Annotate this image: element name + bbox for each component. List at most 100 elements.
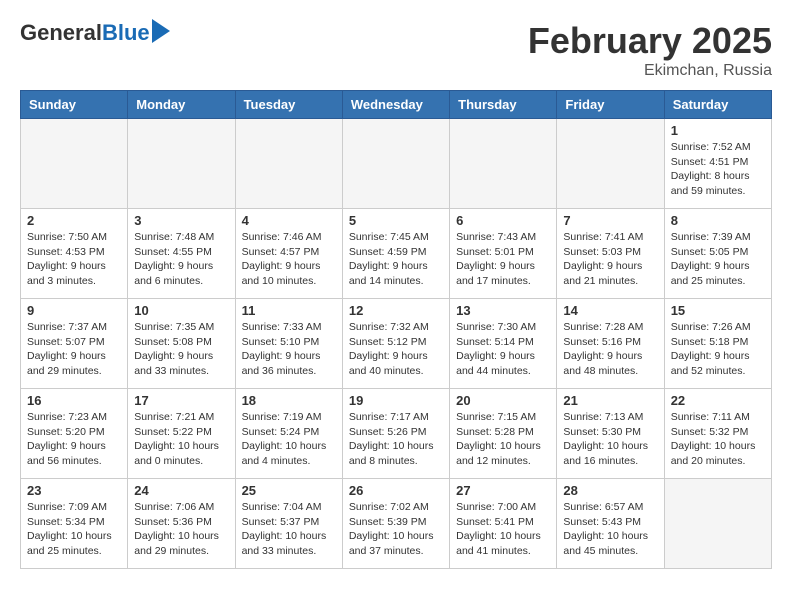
calendar-cell: 14Sunrise: 7:28 AM Sunset: 5:16 PM Dayli… xyxy=(557,299,664,389)
day-of-week-header: Thursday xyxy=(450,91,557,119)
day-of-week-header: Tuesday xyxy=(235,91,342,119)
calendar-cell xyxy=(21,119,128,209)
day-info: Sunrise: 7:50 AM Sunset: 4:53 PM Dayligh… xyxy=(27,230,121,289)
logo-blue: Blue xyxy=(102,20,150,46)
day-number: 15 xyxy=(671,303,765,318)
calendar-cell: 21 Sunrise: 7:13 AM Sunset: 5:30 PM Dayli… xyxy=(557,389,664,479)
day-number: 8 xyxy=(671,213,765,228)
day-info: Sunrise: 7:02 AM Sunset: 5:39 PM Dayligh… xyxy=(349,500,443,559)
calendar-cell: 15 Sunrise: 7:26 AM Sunset: 5:18 PM Dayli… xyxy=(664,299,771,389)
day-number: 18 xyxy=(242,393,336,408)
day-number: 26 xyxy=(349,483,443,498)
day-info: Sunrise: 7:09 AM Sunset: 5:34 PM Dayligh… xyxy=(27,500,121,559)
calendar-cell: 28 Sunrise: 6:57 AM Sunset: 5:43 PM Dayli… xyxy=(557,479,664,569)
calendar-cell: 25 Sunrise: 7:04 AM Sunset: 5:37 PM Dayli… xyxy=(235,479,342,569)
day-number: 27 xyxy=(456,483,550,498)
day-number: 28 xyxy=(563,483,657,498)
day-number: 23 xyxy=(27,483,121,498)
day-number: 25 xyxy=(242,483,336,498)
calendar-cell xyxy=(557,119,664,209)
header-row: SundayMondayTuesdayWednesdayThursdayFrid… xyxy=(21,91,772,119)
day-of-week-header: Monday xyxy=(128,91,235,119)
day-info: Sunrise: 7:23 AM Sunset: 5:20 PM Dayligh… xyxy=(27,410,121,469)
week-row: 1Sunrise: 7:52 AM Sunset: 4:51 PM Daylig… xyxy=(21,119,772,209)
calendar-cell: 23 Sunrise: 7:09 AM Sunset: 5:34 PM Dayli… xyxy=(21,479,128,569)
logo-general: General xyxy=(20,20,102,46)
day-number: 19 xyxy=(349,393,443,408)
calendar-cell: 7 Sunrise: 7:41 AM Sunset: 5:03 PM Daylig… xyxy=(557,209,664,299)
day-info: Sunrise: 6:57 AM Sunset: 5:43 PM Dayligh… xyxy=(563,500,657,559)
day-number: 3 xyxy=(134,213,228,228)
calendar-cell: 6 Sunrise: 7:43 AM Sunset: 5:01 PM Daylig… xyxy=(450,209,557,299)
calendar-cell: 19 Sunrise: 7:17 AM Sunset: 5:26 PM Dayli… xyxy=(342,389,449,479)
calendar-cell: 3 Sunrise: 7:48 AM Sunset: 4:55 PM Daylig… xyxy=(128,209,235,299)
calendar-cell: 8 Sunrise: 7:39 AM Sunset: 5:05 PM Daylig… xyxy=(664,209,771,299)
day-number: 21 xyxy=(563,393,657,408)
day-of-week-header: Wednesday xyxy=(342,91,449,119)
day-number: 12 xyxy=(349,303,443,318)
day-of-week-header: Saturday xyxy=(664,91,771,119)
calendar-cell: 1Sunrise: 7:52 AM Sunset: 4:51 PM Daylig… xyxy=(664,119,771,209)
day-number: 2 xyxy=(27,213,121,228)
day-info: Sunrise: 7:26 AM Sunset: 5:18 PM Dayligh… xyxy=(671,320,765,379)
calendar-cell: 24 Sunrise: 7:06 AM Sunset: 5:36 PM Dayli… xyxy=(128,479,235,569)
day-info: Sunrise: 7:46 AM Sunset: 4:57 PM Dayligh… xyxy=(242,230,336,289)
calendar-cell xyxy=(235,119,342,209)
day-info: Sunrise: 7:28 AM Sunset: 5:16 PM Dayligh… xyxy=(563,320,657,379)
page-header: General Blue February 2025 Ekimchan, Rus… xyxy=(20,20,772,80)
day-number: 24 xyxy=(134,483,228,498)
day-info: Sunrise: 7:32 AM Sunset: 5:12 PM Dayligh… xyxy=(349,320,443,379)
day-info: Sunrise: 7:13 AM Sunset: 5:30 PM Dayligh… xyxy=(563,410,657,469)
day-info: Sunrise: 7:45 AM Sunset: 4:59 PM Dayligh… xyxy=(349,230,443,289)
day-info: Sunrise: 7:30 AM Sunset: 5:14 PM Dayligh… xyxy=(456,320,550,379)
day-number: 5 xyxy=(349,213,443,228)
calendar-cell: 18 Sunrise: 7:19 AM Sunset: 5:24 PM Dayli… xyxy=(235,389,342,479)
calendar-cell: 12 Sunrise: 7:32 AM Sunset: 5:12 PM Dayli… xyxy=(342,299,449,389)
month-year-title: February 2025 xyxy=(528,20,772,62)
day-number: 4 xyxy=(242,213,336,228)
day-number: 6 xyxy=(456,213,550,228)
day-info: Sunrise: 7:04 AM Sunset: 5:37 PM Dayligh… xyxy=(242,500,336,559)
week-row: 2 Sunrise: 7:50 AM Sunset: 4:53 PM Daylig… xyxy=(21,209,772,299)
day-info: Sunrise: 7:17 AM Sunset: 5:26 PM Dayligh… xyxy=(349,410,443,469)
week-row: 9Sunrise: 7:37 AM Sunset: 5:07 PM Daylig… xyxy=(21,299,772,389)
day-number: 7 xyxy=(563,213,657,228)
calendar-cell: 11 Sunrise: 7:33 AM Sunset: 5:10 PM Dayli… xyxy=(235,299,342,389)
calendar-cell: 26 Sunrise: 7:02 AM Sunset: 5:39 PM Dayli… xyxy=(342,479,449,569)
location-subtitle: Ekimchan, Russia xyxy=(528,62,772,80)
day-number: 13 xyxy=(456,303,550,318)
calendar-cell: 4 Sunrise: 7:46 AM Sunset: 4:57 PM Daylig… xyxy=(235,209,342,299)
calendar-cell: 10Sunrise: 7:35 AM Sunset: 5:08 PM Dayli… xyxy=(128,299,235,389)
calendar-cell: 17 Sunrise: 7:21 AM Sunset: 5:22 PM Dayli… xyxy=(128,389,235,479)
day-info: Sunrise: 7:00 AM Sunset: 5:41 PM Dayligh… xyxy=(456,500,550,559)
day-number: 17 xyxy=(134,393,228,408)
calendar-cell xyxy=(664,479,771,569)
day-info: Sunrise: 7:43 AM Sunset: 5:01 PM Dayligh… xyxy=(456,230,550,289)
title-area: February 2025 Ekimchan, Russia xyxy=(528,20,772,80)
day-info: Sunrise: 7:48 AM Sunset: 4:55 PM Dayligh… xyxy=(134,230,228,289)
day-number: 10 xyxy=(134,303,228,318)
calendar-cell: 20Sunrise: 7:15 AM Sunset: 5:28 PM Dayli… xyxy=(450,389,557,479)
day-info: Sunrise: 7:39 AM Sunset: 5:05 PM Dayligh… xyxy=(671,230,765,289)
calendar-cell xyxy=(450,119,557,209)
day-number: 22 xyxy=(671,393,765,408)
calendar-cell: 22Sunrise: 7:11 AM Sunset: 5:32 PM Dayli… xyxy=(664,389,771,479)
calendar-cell xyxy=(342,119,449,209)
day-number: 16 xyxy=(27,393,121,408)
day-info: Sunrise: 7:41 AM Sunset: 5:03 PM Dayligh… xyxy=(563,230,657,289)
logo-arrow-icon xyxy=(152,19,170,43)
calendar-cell: 5 Sunrise: 7:45 AM Sunset: 4:59 PM Daylig… xyxy=(342,209,449,299)
day-of-week-header: Friday xyxy=(557,91,664,119)
day-info: Sunrise: 7:21 AM Sunset: 5:22 PM Dayligh… xyxy=(134,410,228,469)
calendar-table: SundayMondayTuesdayWednesdayThursdayFrid… xyxy=(20,90,772,569)
calendar-cell: 9Sunrise: 7:37 AM Sunset: 5:07 PM Daylig… xyxy=(21,299,128,389)
calendar-cell: 2 Sunrise: 7:50 AM Sunset: 4:53 PM Daylig… xyxy=(21,209,128,299)
week-row: 23 Sunrise: 7:09 AM Sunset: 5:34 PM Dayli… xyxy=(21,479,772,569)
day-number: 11 xyxy=(242,303,336,318)
day-info: Sunrise: 7:06 AM Sunset: 5:36 PM Dayligh… xyxy=(134,500,228,559)
logo: General Blue xyxy=(20,20,170,46)
day-info: Sunrise: 7:33 AM Sunset: 5:10 PM Dayligh… xyxy=(242,320,336,379)
day-info: Sunrise: 7:19 AM Sunset: 5:24 PM Dayligh… xyxy=(242,410,336,469)
calendar-cell: 16 Sunrise: 7:23 AM Sunset: 5:20 PM Dayli… xyxy=(21,389,128,479)
day-info: Sunrise: 7:37 AM Sunset: 5:07 PM Dayligh… xyxy=(27,320,121,379)
